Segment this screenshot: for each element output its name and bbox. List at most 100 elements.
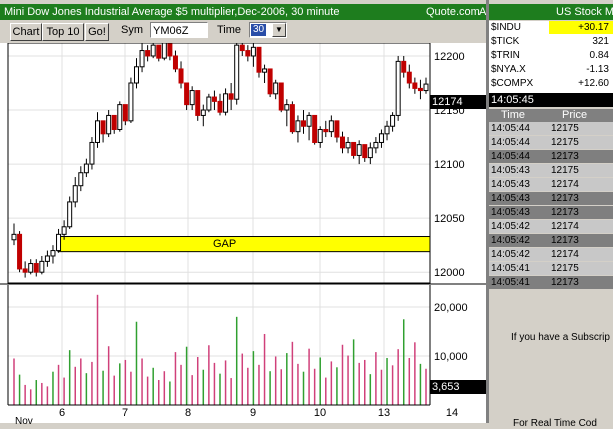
tape-header-time: Time [501,109,526,121]
candle-body [334,120,340,138]
candle-body [33,263,39,273]
candle-body [122,104,128,122]
candle-body [234,44,240,100]
price-axis-tick-label: 12050 [434,213,465,225]
tape-row[interactable]: 14:05:44 12175 [489,136,613,149]
quote-panel: US Stock M $INDU +30.17 $TICK 321 $TRIN … [489,0,613,429]
candle-body [211,96,217,102]
candle-body [150,44,156,57]
quote-com-source: Quote.com [426,6,480,18]
tape-price: 12174 [551,179,579,190]
tape-time: 14:05:43 [491,179,530,190]
x-axis-tick-label: 14 [446,407,458,419]
tape-header-price: Price [562,109,588,121]
chart-toolbar: Chart Top 10 Go! Sym YM06Z Time 30 ▼ [0,20,489,42]
candle-body [373,141,379,149]
candle-body [184,82,190,106]
candle-body [72,185,78,203]
candle-body [61,226,67,235]
candle-body [128,82,134,122]
candle-body [362,144,368,159]
top10-button[interactable]: Top 10 [42,23,84,41]
candle-body [417,87,423,92]
quote-row[interactable]: $COMPX +12.60 [489,77,613,90]
candle-body [256,46,262,73]
candle-body [390,114,396,127]
candle-body [323,128,329,133]
chart-window-titlebar: Mini Dow Jones Industrial Average $5 mul… [0,4,489,20]
candle-body [106,114,112,135]
tape-header: Time Price [489,109,613,122]
quote-value: -1.13 [586,64,609,75]
quote-row[interactable]: $INDU +30.17 [489,21,613,34]
candle-body [56,233,62,252]
volume-axis-tick-label: 10,000 [434,351,468,363]
candle-body [50,250,56,257]
chart-button[interactable]: Chart [10,23,42,41]
quote-row[interactable]: $TICK 321 [489,35,613,48]
x-axis-tick-label: 10 [314,407,326,419]
quote-symbol: $NYA.X [491,64,526,75]
tape-row[interactable]: 14:05:43 12173 [489,206,613,219]
candle-body [423,83,429,92]
tape-row[interactable]: 14:05:42 12173 [489,234,613,247]
x-axis-partial-label: Nov [15,416,33,427]
tape-row[interactable]: 14:05:41 12175 [489,262,613,275]
candle-body [339,136,345,149]
tape-time: 14:05:43 [491,165,530,176]
time-and-sales-list[interactable]: 14:05:44 12175 14:05:44 12175 14:05:44 12173 1… [489,122,613,290]
current-price-badge: 12174 [430,95,488,109]
candle-body [378,133,384,143]
candle-body [412,82,418,89]
candle-body [89,141,95,165]
candle-body [195,90,201,116]
quote-row[interactable]: $TRIN 0.84 [489,49,613,62]
tape-price: 12173 [551,207,579,218]
tape-row[interactable]: 14:05:44 12173 [489,150,613,163]
price-axis-tick-label: 12000 [434,267,465,279]
quote-panel-title: US Stock M [556,6,613,18]
quote-row[interactable]: $NYA.X -1.13 [489,63,613,76]
tape-row[interactable]: 14:05:43 12175 [489,164,613,177]
timeframe-select[interactable]: 30 ▼ [249,22,287,38]
tape-price: 12175 [551,165,579,176]
symbol-input[interactable]: YM06Z [150,22,208,38]
candle-body [167,43,173,57]
tape-time: 14:05:44 [491,137,530,148]
candle-body [156,44,162,59]
candle-body [289,104,295,133]
candle-body [67,201,73,228]
candle-body [95,120,101,143]
chevron-down-icon[interactable]: ▼ [272,23,286,37]
subscription-notice: If you have a Subscrip [511,332,610,343]
candle-body [178,68,184,84]
candle-body [78,172,84,187]
tape-row[interactable]: 14:05:42 12174 [489,220,613,233]
candle-body [401,60,407,73]
candle-body [284,104,290,111]
price-axis-tick-label: 12100 [434,159,465,171]
candle-body [139,50,145,68]
price-volume-chart: 120001205012100121501220010,00020,000 67… [0,43,489,419]
candle-body [351,141,357,156]
quote-symbol: $COMPX [491,78,534,89]
x-axis-tick-label: 13 [378,407,390,419]
candle-body [250,46,256,57]
tape-row[interactable]: 14:05:42 12174 [489,248,613,261]
quote-value: +30.17 [578,22,609,33]
time-label: Time [217,24,242,36]
candle-body [28,263,34,273]
quote-symbol: $TICK [491,36,520,47]
tape-price: 12173 [551,235,579,246]
tape-row[interactable]: 14:05:43 12174 [489,178,613,191]
tape-row[interactable]: 14:05:43 12173 [489,192,613,205]
current-volume-badge: 3,653 [430,380,488,394]
candle-body [17,233,23,270]
candle-body [367,147,373,159]
tape-row[interactable]: 14:05:44 12175 [489,122,613,135]
tape-row[interactable]: 14:05:41 12173 [489,276,613,289]
go-button[interactable]: Go! [85,23,109,41]
quote-value: 321 [592,36,609,47]
candle-body [206,96,212,111]
candle-body [111,114,117,130]
